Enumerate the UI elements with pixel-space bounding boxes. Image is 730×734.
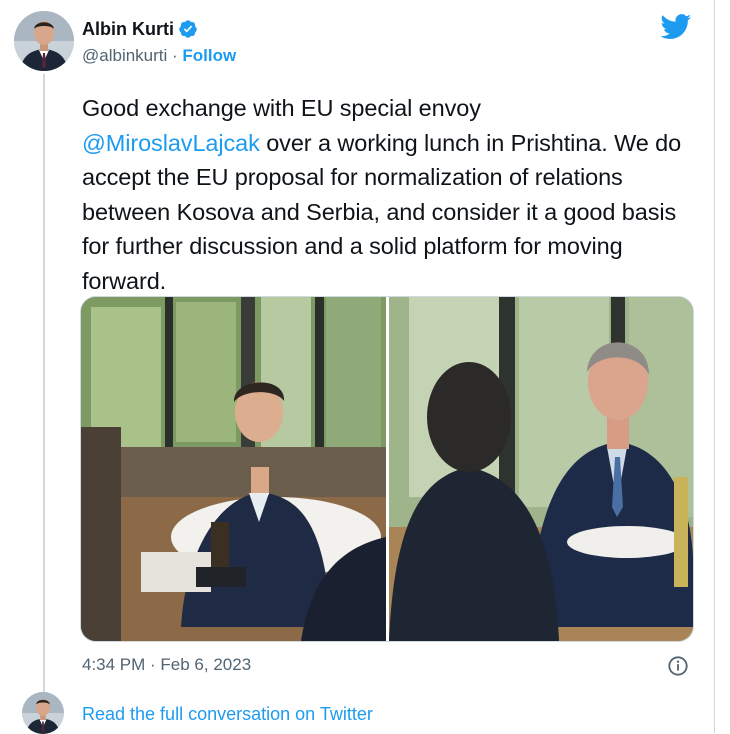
author-handle-row: @albinkurti · Follow [82,46,236,66]
tweet-timestamp[interactable]: 4:34 PM · Feb 6, 2023 [82,655,251,675]
author-display-name[interactable]: Albin Kurti [82,19,174,40]
mention-link[interactable]: @MiroslavLajcak [82,130,260,156]
tweet-card: Albin Kurti @albinkurti · Follow Good ex… [0,0,715,734]
thread-line [43,74,45,692]
read-full-conversation-link[interactable]: Read the full conversation on Twitter [82,704,373,725]
author-handle[interactable]: @albinkurti [82,46,167,65]
tweet-text-line1: Good exchange with EU special envoy [82,95,481,121]
follow-button[interactable]: Follow [182,46,236,65]
twitter-bird-icon[interactable] [660,14,692,40]
author-name-row: Albin Kurti [82,17,198,41]
photo-lunch-meeting-left[interactable] [81,297,386,641]
verified-badge-icon [179,20,197,38]
author-avatar[interactable] [14,11,74,71]
handle-separator: · [167,46,183,65]
photo-lunch-meeting-right[interactable] [389,297,693,641]
info-icon[interactable] [667,655,689,677]
tweet-text: Good exchange with EU special envoy @Mir… [82,91,707,299]
footer-avatar[interactable] [22,692,64,734]
card-border [714,0,715,733]
tweet-media [80,296,694,642]
